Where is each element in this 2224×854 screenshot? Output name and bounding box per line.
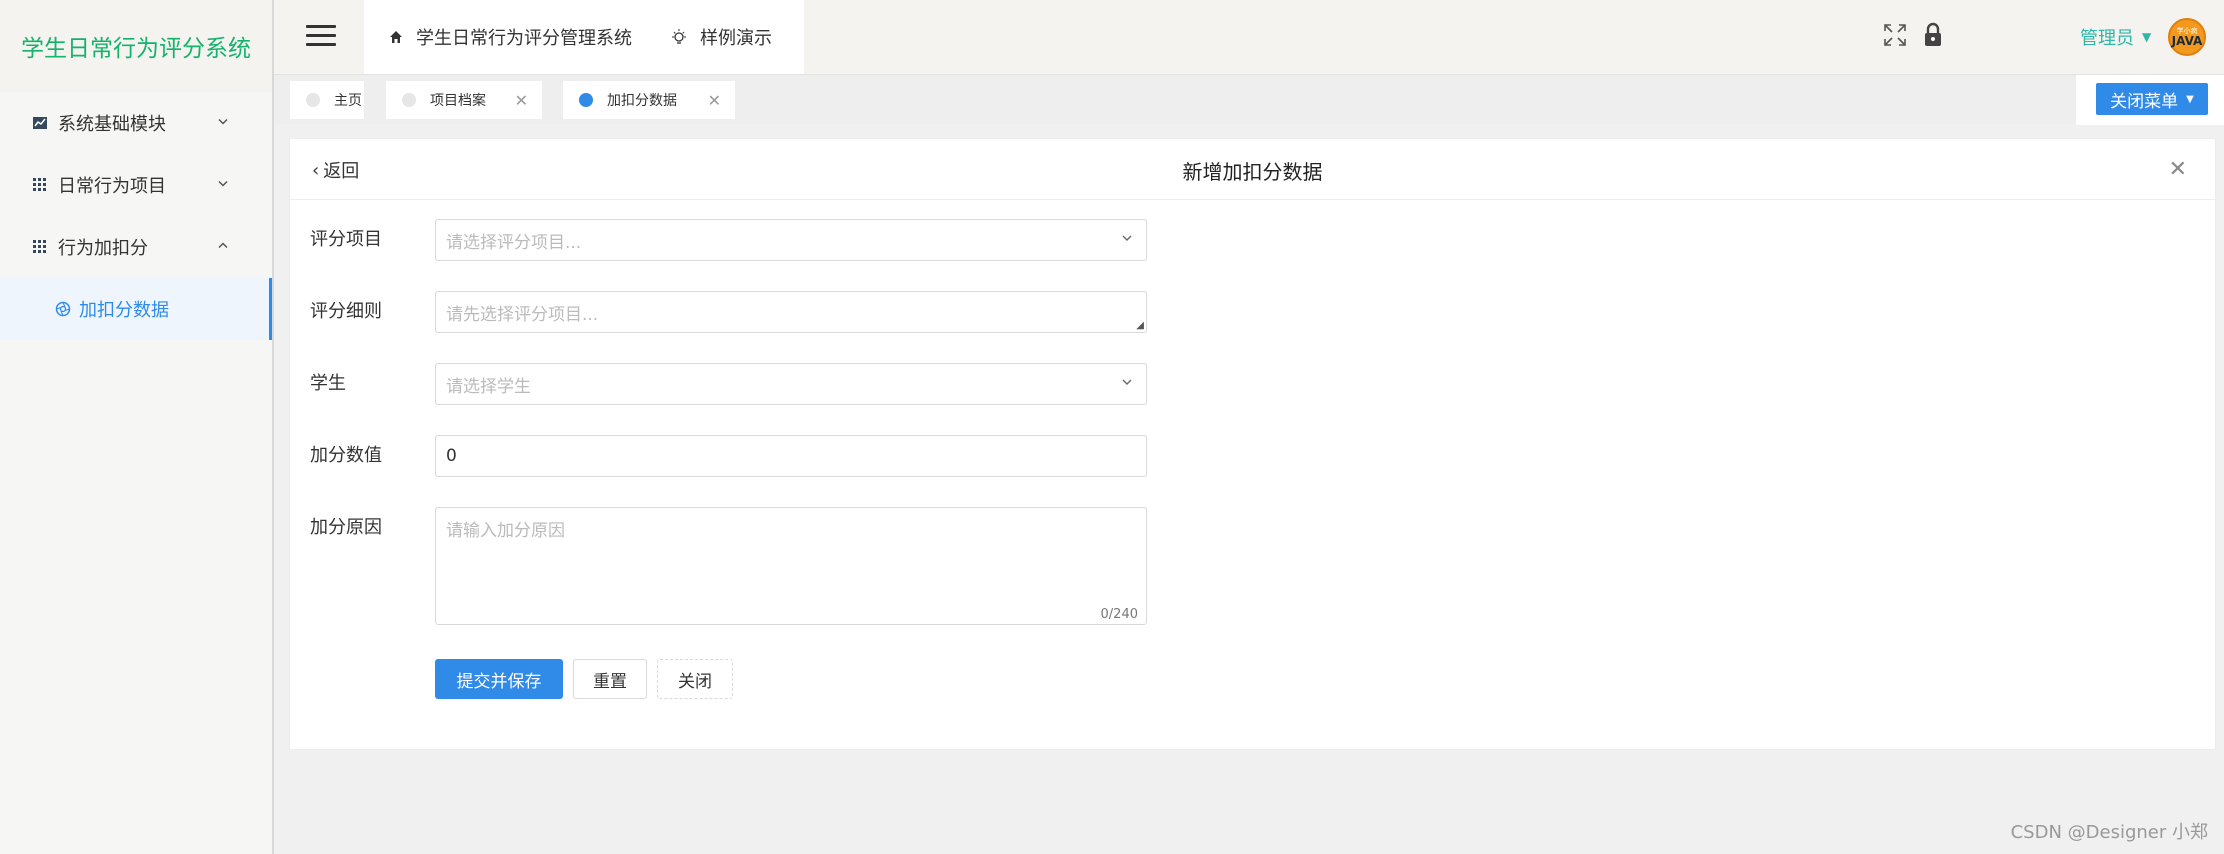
field-label: 加分原因 (310, 517, 382, 538)
home-icon (388, 29, 404, 45)
admin-label: 管理员 (2080, 28, 2134, 49)
chevron-down-icon (1120, 375, 1134, 393)
rule-textarea-placeholder: 请先选择评分项目... (446, 304, 599, 325)
tab-label: 项目档案 (430, 93, 486, 109)
nav-link-demo[interactable]: 样例演示 (670, 24, 772, 50)
app-brand: 学生日常行为评分系统 (0, 0, 272, 92)
tab-home[interactable]: 主页 (290, 81, 364, 119)
form-row-rule: 评分细则 请先选择评分项目... ◢ (310, 291, 1147, 333)
tab-score-data[interactable]: 加扣分数据 ✕ (563, 81, 735, 119)
form-row-project: 评分项目 请选择评分项目... (310, 219, 1147, 261)
score-input-value: 0 (446, 446, 457, 466)
form-row-score: 加分数值 0 (310, 435, 1147, 477)
student-select[interactable]: 请选择学生 (435, 363, 1147, 405)
lock-icon[interactable] (1922, 22, 1944, 48)
sidebar-sub-label: 加扣分数据 (79, 300, 169, 321)
chevron-down-icon (216, 175, 230, 196)
form-row-reason: 加分原因 请输入加分原因 0/240 (310, 507, 1147, 625)
chevron-down-icon (216, 113, 230, 134)
top-nav: 学生日常行为评分管理系统 样例演示 (364, 0, 804, 74)
avatar-main-text: JAVA (2171, 34, 2203, 48)
form-buttons: 提交并保存 重置 关闭 (435, 659, 743, 699)
close-menu-label: 关闭菜单 (2110, 91, 2179, 112)
field-label: 评分项目 (310, 229, 382, 250)
bulb-icon (670, 28, 688, 46)
sidebar-item-behavior-score[interactable]: 行为加扣分 (0, 216, 272, 278)
header-tools (1882, 22, 1958, 48)
sidebar-item-label: 系统基础模块 (58, 114, 166, 135)
caret-down-icon: ▼ (2142, 30, 2152, 44)
project-select-placeholder: 请选择评分项目... (446, 232, 582, 253)
page-title: 新增加扣分数据 (1182, 160, 1323, 184)
chart-icon (32, 115, 48, 131)
sidebar-item-system-basic[interactable]: 系统基础模块 (0, 92, 272, 154)
grid-icon (32, 239, 48, 255)
sidebar-item-label: 行为加扣分 (58, 238, 148, 259)
watermark: CSDN @Designer 小郑 (2010, 822, 2208, 843)
chevron-down-icon (1120, 231, 1134, 249)
form-panel: ‹ 返回 新增加扣分数据 ✕ 评分项目 请选择评分项目... 评分细则 请先选择… (290, 139, 2215, 749)
nav-link-label: 学生日常行为评分管理系统 (416, 28, 632, 49)
reset-button[interactable]: 重置 (573, 659, 647, 699)
sidebar-item-score-data[interactable]: 加扣分数据 (0, 278, 272, 340)
tab-label: 主页 (334, 93, 362, 109)
menu-toggle-icon[interactable] (306, 25, 336, 47)
char-counter: 0/240 (1100, 607, 1138, 622)
close-menu-area: 关闭菜单 ▼ (2076, 75, 2224, 125)
panel-header: ‹ 返回 新增加扣分数据 ✕ (290, 139, 2215, 200)
fullscreen-icon[interactable] (1882, 22, 1908, 48)
tab-dot-icon (306, 93, 320, 107)
nav-link-label: 样例演示 (700, 28, 772, 49)
submit-button[interactable]: 提交并保存 (435, 659, 563, 699)
close-icon[interactable]: ✕ (515, 91, 528, 110)
tab-dot-icon (579, 93, 593, 107)
tab-project-archive[interactable]: 项目档案 ✕ (386, 81, 542, 119)
sidebar-item-label: 日常行为项目 (58, 176, 166, 197)
field-label: 加分数值 (310, 445, 382, 466)
close-menu-button[interactable]: 关闭菜单 ▼ (2096, 83, 2208, 115)
tab-label: 加扣分数据 (607, 93, 677, 109)
field-label: 学生 (310, 373, 346, 394)
avatar[interactable]: 学小疯 JAVA (2168, 18, 2206, 56)
chevron-up-icon (216, 237, 230, 258)
form-row-student: 学生 请选择学生 (310, 363, 1147, 405)
close-icon[interactable]: ✕ (2169, 157, 2187, 182)
nav-link-system[interactable]: 学生日常行为评分管理系统 (388, 24, 632, 50)
sidebar: 学生日常行为评分系统 系统基础模块 日常行为项目 行为加扣分 加扣分数据 (0, 0, 274, 854)
top-header: 学生日常行为评分管理系统 样例演示 管理员 ▼ 学小疯 JAVA (274, 0, 2224, 74)
resize-handle-icon[interactable]: ◢ (1136, 320, 1144, 331)
close-button[interactable]: 关闭 (657, 659, 733, 699)
rule-textarea[interactable]: 请先选择评分项目... ◢ (435, 291, 1147, 333)
field-label: 评分细则 (310, 301, 382, 322)
reason-textarea[interactable]: 请输入加分原因 0/240 (435, 507, 1147, 625)
close-icon[interactable]: ✕ (708, 91, 721, 110)
score-input[interactable]: 0 (435, 435, 1147, 477)
reason-textarea-placeholder: 请输入加分原因 (446, 521, 565, 541)
tab-dot-icon (402, 93, 416, 107)
tabs-bar: 主页 项目档案 ✕ 加扣分数据 ✕ 关闭菜单 ▼ (274, 74, 2224, 125)
sidebar-item-daily-behavior[interactable]: 日常行为项目 (0, 154, 272, 216)
caret-down-icon: ▼ (2186, 93, 2194, 105)
project-select[interactable]: 请选择评分项目... (435, 219, 1147, 261)
admin-menu[interactable]: 管理员 ▼ (2080, 24, 2151, 50)
student-select-placeholder: 请选择学生 (446, 376, 531, 397)
aperture-icon (55, 301, 71, 317)
grid-icon (32, 177, 48, 193)
